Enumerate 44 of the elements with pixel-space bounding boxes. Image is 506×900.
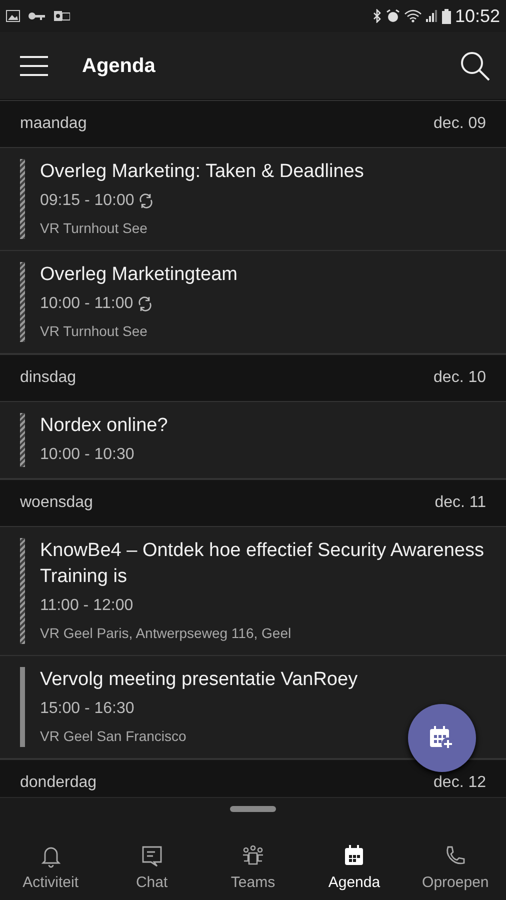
battery-icon (442, 8, 451, 24)
event-location: VR Turnhout See (40, 219, 148, 238)
event-location: VR Geel Paris, Antwerpseweg 116, Geel (40, 624, 292, 643)
event-time: 09:15 - 10:00 (40, 191, 134, 211)
event-title: Overleg Marketing: Taken & Deadlines (40, 160, 364, 184)
day-label: woensdag (20, 493, 93, 513)
event-title: Overleg Marketingteam (40, 263, 238, 287)
event-title: Nordex online? (40, 414, 168, 438)
menu-icon[interactable] (20, 56, 48, 76)
nav-tab[interactable]: Agenda (304, 844, 405, 894)
event-title: Vervolg meeting presentatie VanRoey (40, 668, 358, 692)
event-time: 11:00 - 12:00 (40, 596, 134, 616)
nav-tab[interactable]: Activiteit (0, 844, 102, 894)
page-title: Agenda (82, 54, 156, 78)
date-label: dec. 11 (434, 493, 486, 513)
date-label: dec. 09 (434, 114, 486, 134)
date-label: dec. 12 (434, 773, 486, 793)
event-title: KnowBe4 – Ontdek hoe effectief Security Awareness Training is (40, 539, 485, 589)
bluetooth-icon (372, 9, 382, 23)
event-location: VR Geel San Francisco (40, 727, 188, 746)
mail-app-icon (54, 10, 70, 22)
key-icon (28, 11, 46, 21)
wifi-icon (404, 9, 422, 23)
day-label: donderdag (20, 773, 97, 793)
event-item[interactable]: Overleg Marketing: Taken & Deadlines 09:15 - 10:00 VR Turnhout See (0, 148, 506, 251)
date-label: dec. 10 (434, 368, 486, 388)
calendar-add-icon (429, 725, 455, 751)
chat-icon (140, 844, 164, 868)
signal-icon (426, 10, 438, 22)
day-label: dinsdag (20, 368, 76, 388)
clock-time: 10:52 (454, 4, 500, 28)
search-icon[interactable] (460, 50, 490, 80)
event-time: 10:00 - 10:30 (40, 445, 134, 465)
event-location: VR Turnhout See (40, 322, 148, 341)
nav-tab[interactable]: Teams (202, 844, 304, 894)
nav-tab[interactable]: Oproepen (404, 844, 506, 894)
day-label: maandag (20, 114, 87, 134)
event-time: 15:00 - 16:30 (40, 699, 134, 719)
image-icon (6, 10, 20, 22)
event-time: 10:00 - 11:00 (40, 294, 134, 314)
drag-handle[interactable] (230, 806, 276, 812)
alarm-icon (386, 9, 400, 23)
event-item[interactable]: KnowBe4 – Ontdek hoe effectief Security Awareness Training is 11:00 - 12:00 VR Geel Paris, Antwerpseweg 116, Geel (0, 527, 506, 656)
nav-tab[interactable]: Chat (101, 844, 202, 894)
